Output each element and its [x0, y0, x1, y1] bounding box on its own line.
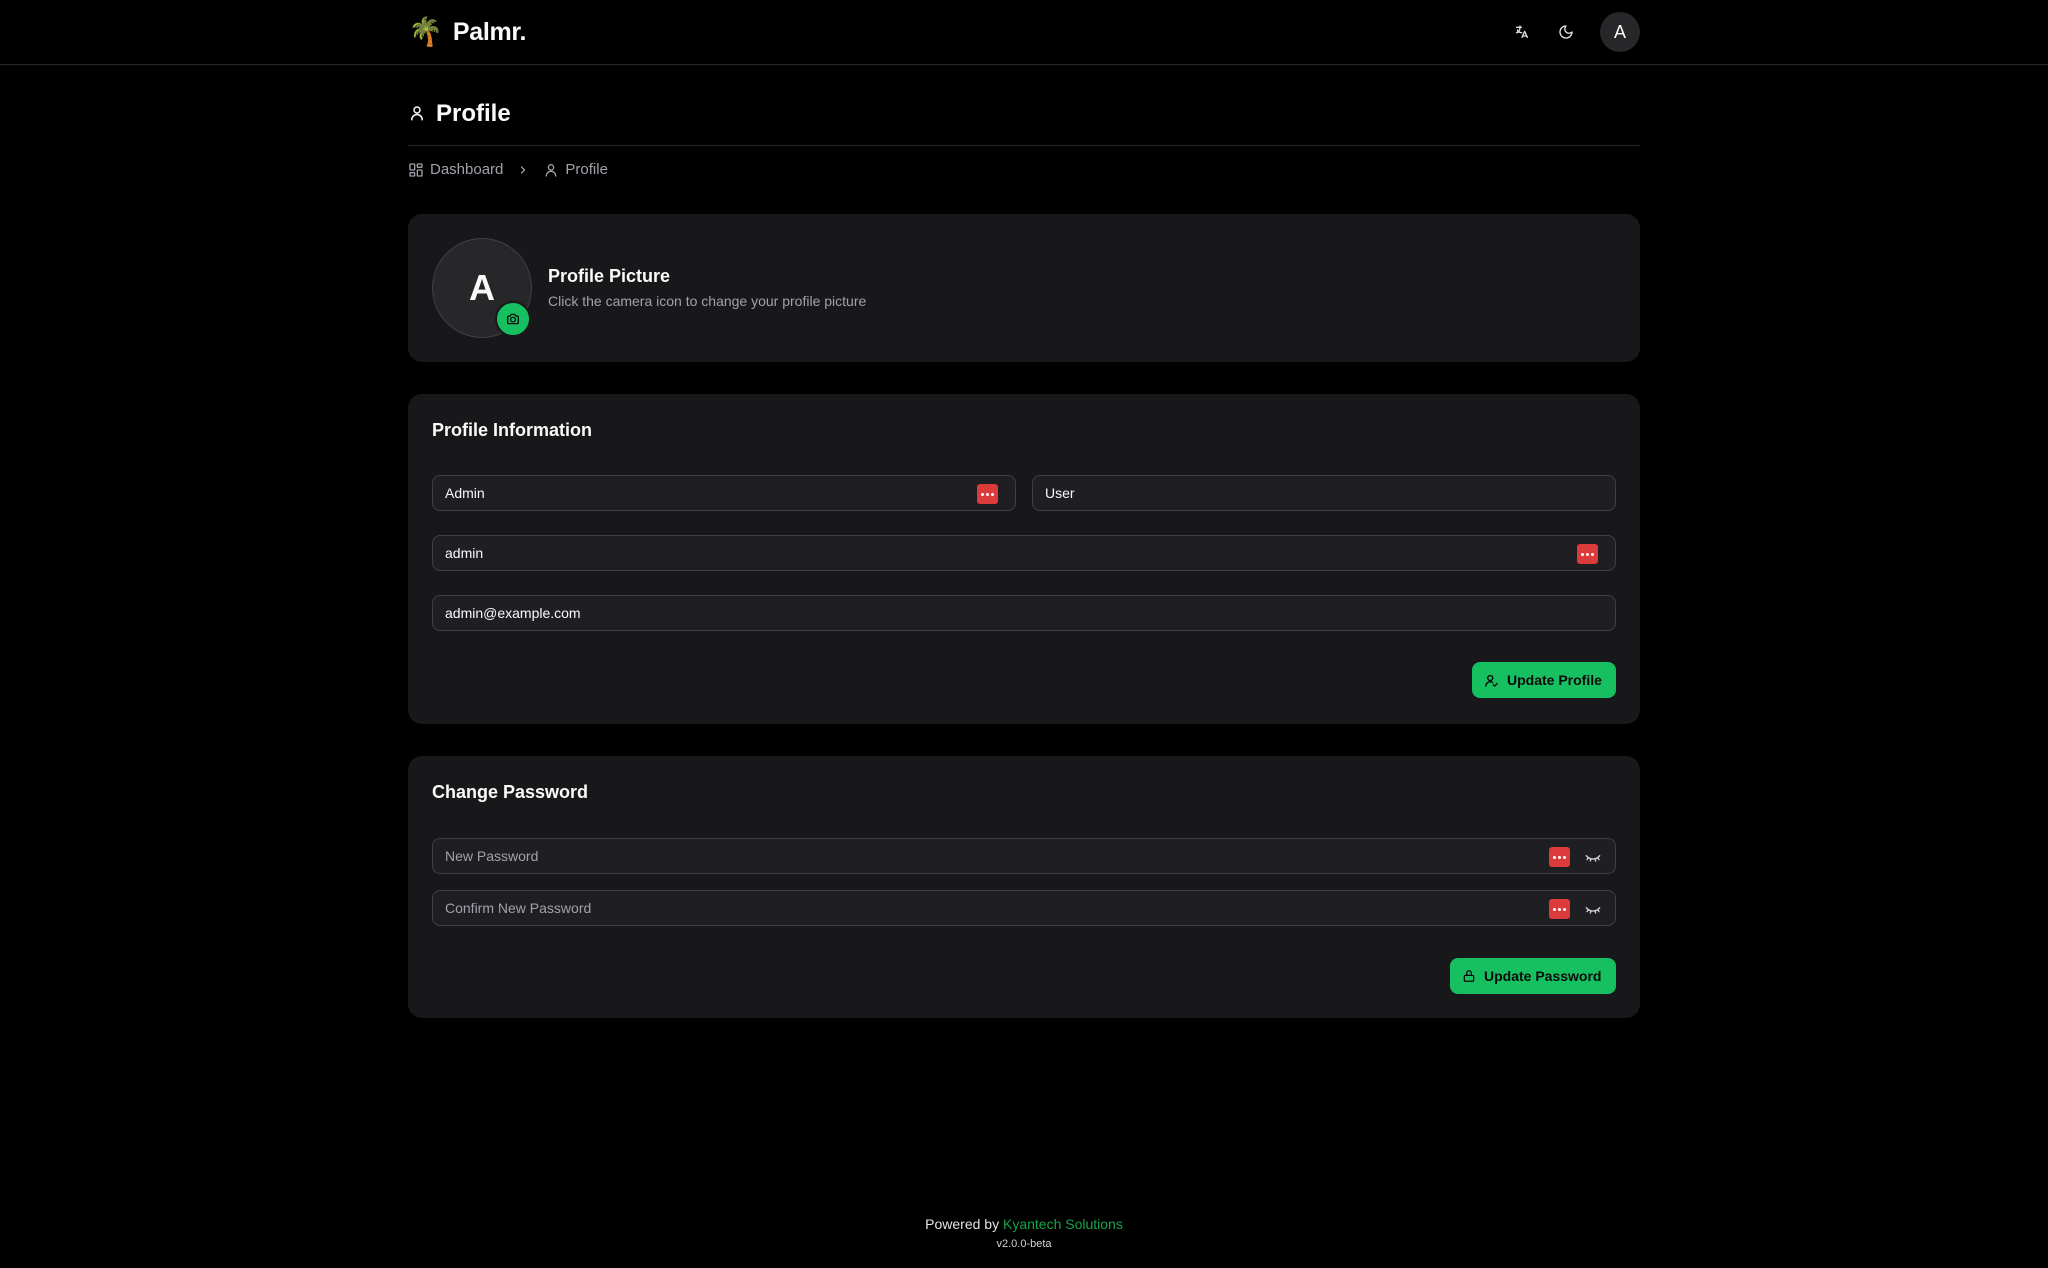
password-manager-badge[interactable] [977, 484, 998, 504]
dashboard-icon [409, 162, 423, 177]
footer: Powered by Kyantech Solutions v2.0.0-bet… [0, 1216, 2048, 1250]
user-check-icon [1485, 674, 1498, 687]
brand-name: Palmr. [452, 17, 527, 46]
powered-by: Powered by Kyantech Solutions [0, 1216, 2048, 1232]
last-name-field [1032, 475, 1616, 511]
update-password-label: Update Password [1484, 968, 1602, 984]
breadcrumb-label: Profile [565, 161, 608, 178]
password-manager-icon [1553, 855, 1566, 859]
eye-closed-icon [1585, 855, 1601, 862]
profile-information-card: Profile Information Update Profile [408, 394, 1640, 724]
profile-picture-card: A Profile Picture Click the camera icon … [408, 214, 1640, 362]
update-profile-label: Update Profile [1507, 672, 1602, 688]
breadcrumb: Dashboard Profile [408, 161, 608, 178]
update-password-button[interactable]: Update Password [1450, 958, 1616, 994]
email-input[interactable] [433, 596, 1615, 630]
moon-icon [1559, 25, 1573, 39]
confirm-password-input[interactable] [433, 891, 1615, 925]
password-manager-badge[interactable] [1549, 899, 1570, 919]
new-password-input[interactable] [433, 839, 1615, 873]
section-title: Profile Information [432, 420, 593, 440]
company-link[interactable]: Kyantech Solutions [1003, 1216, 1123, 1232]
new-password-field [432, 838, 1616, 874]
language-button[interactable] [1508, 18, 1536, 46]
page-title: Profile [436, 100, 511, 127]
chevron-right-icon [521, 165, 526, 174]
powered-by-prefix: Powered by [925, 1216, 1000, 1232]
password-manager-icon [1553, 907, 1566, 911]
eye-closed-icon [1585, 907, 1601, 914]
first-name-input[interactable] [433, 476, 1015, 510]
translate-icon [1516, 25, 1528, 38]
first-name-field [432, 475, 1016, 511]
version-label: v2.0.0-beta [996, 1238, 1052, 1250]
profile-picture-title: Profile Picture [548, 266, 671, 286]
username-input[interactable] [433, 536, 1615, 570]
section-title: Change Password [432, 782, 589, 802]
user-icon [546, 163, 557, 177]
brand[interactable]: 🌴 Palmr. [408, 14, 526, 50]
top-navbar: 🌴 Palmr. A [0, 0, 2048, 65]
top-actions: A [1508, 12, 1640, 52]
change-picture-button[interactable] [495, 301, 531, 337]
password-manager-badge[interactable] [1577, 544, 1598, 564]
theme-toggle-button[interactable] [1552, 18, 1580, 46]
camera-icon [507, 313, 519, 325]
page-header: Profile [408, 98, 1640, 146]
palm-tree-logo: 🌴 [408, 16, 443, 47]
password-manager-badge[interactable] [1549, 847, 1570, 867]
password-manager-icon [1581, 552, 1594, 556]
user-icon [411, 106, 423, 121]
lock-icon [1463, 970, 1475, 982]
breadcrumb-profile: Profile [543, 161, 608, 178]
password-manager-icon [981, 492, 994, 496]
update-profile-button[interactable]: Update Profile [1472, 662, 1616, 698]
email-field [432, 595, 1616, 631]
last-name-input[interactable] [1033, 476, 1615, 510]
toggle-password-visibility[interactable] [1583, 899, 1603, 919]
breadcrumb-dashboard[interactable]: Dashboard [408, 161, 503, 178]
username-field [432, 535, 1616, 571]
breadcrumb-label: Dashboard [430, 161, 504, 178]
profile-picture-subtitle: Click the camera icon to change your pro… [548, 293, 867, 309]
confirm-password-field [432, 890, 1616, 926]
change-password-card: Change Password Update Password [408, 756, 1640, 1018]
toggle-password-visibility[interactable] [1583, 847, 1603, 867]
user-avatar-button[interactable]: A [1600, 12, 1640, 52]
